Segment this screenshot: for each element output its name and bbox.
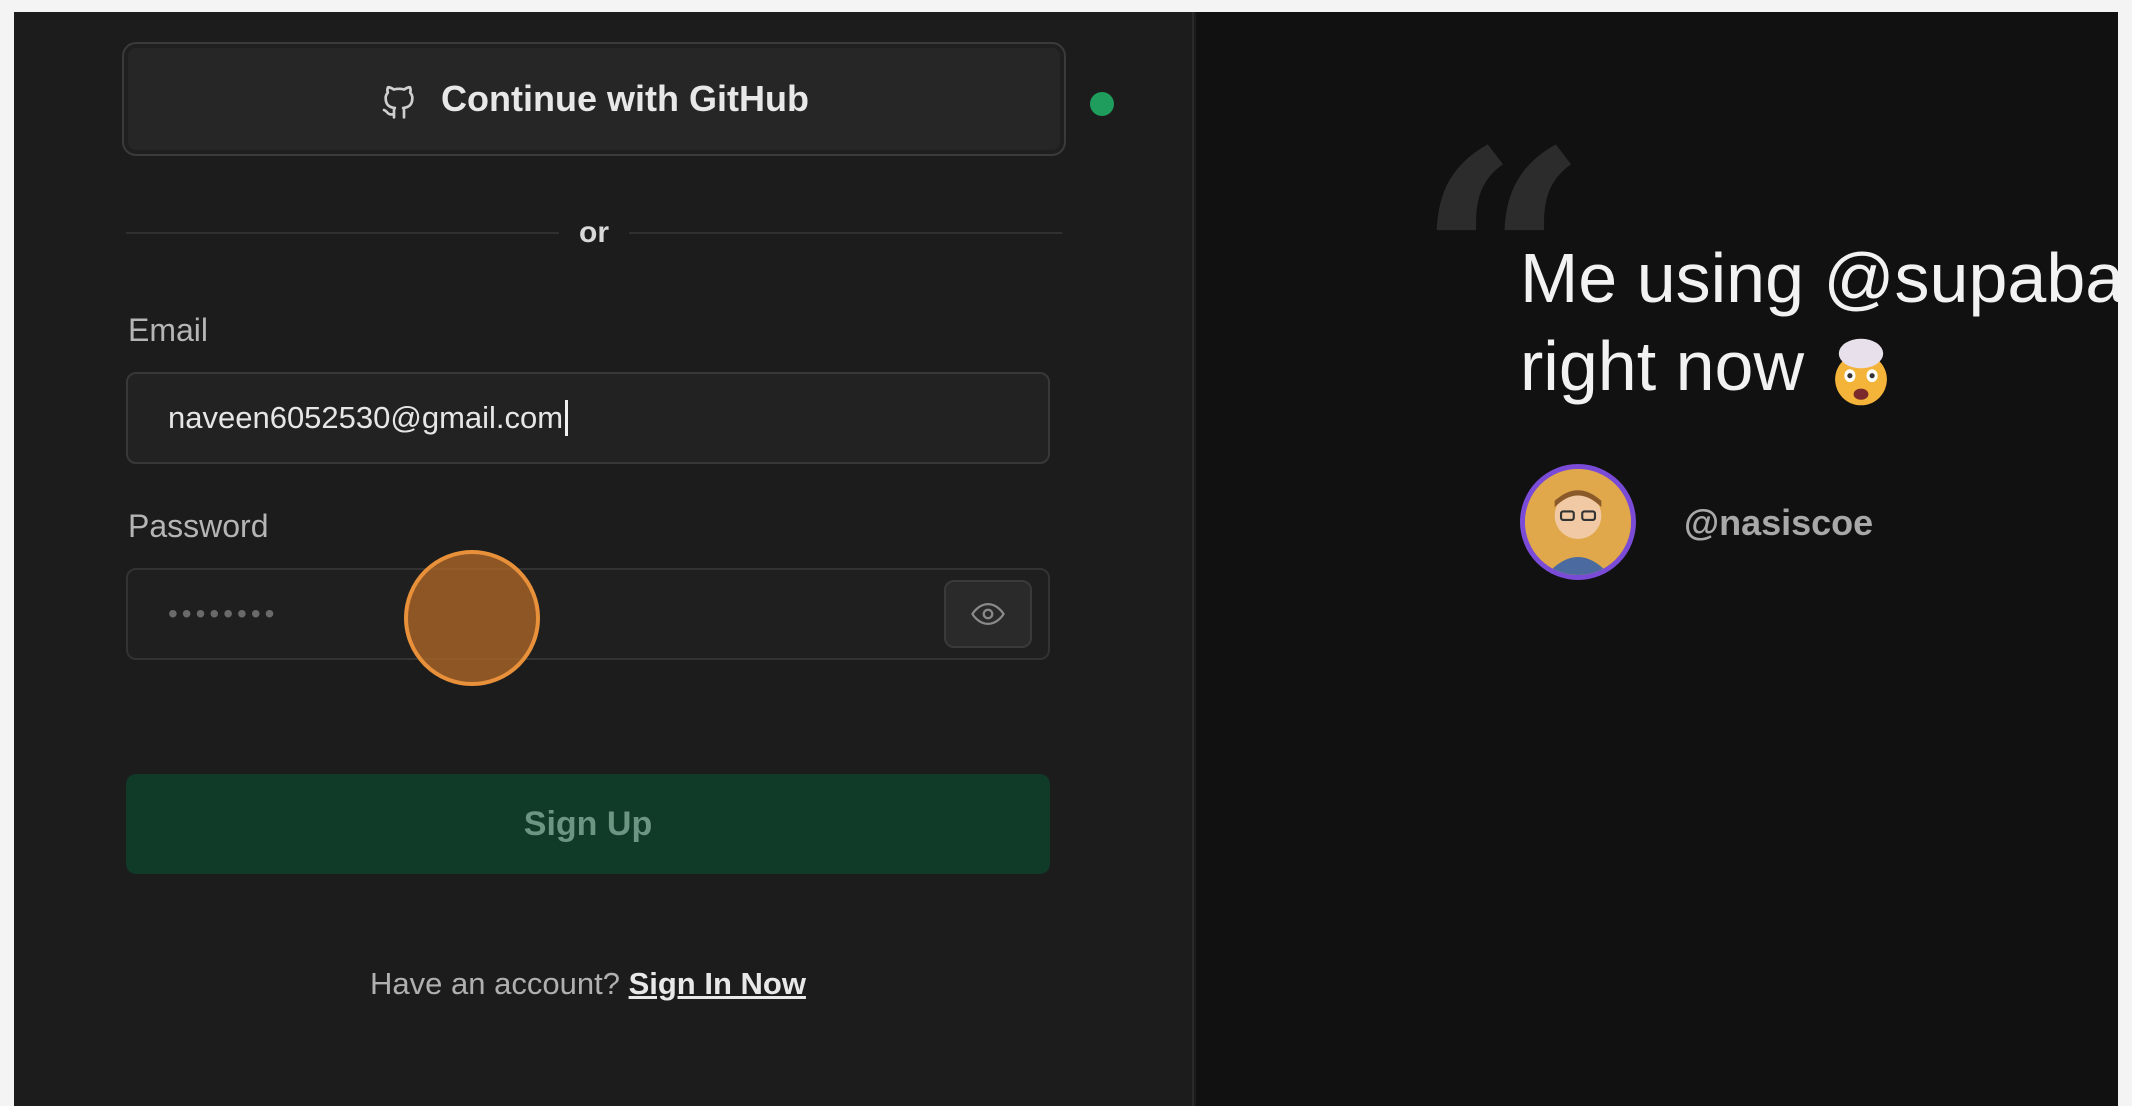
- continue-with-github-button[interactable]: Continue with GitHub: [122, 42, 1066, 156]
- testimonial-quote: Me using @supaba right now: [1520, 234, 2118, 410]
- text-caret: [565, 400, 569, 436]
- email-field[interactable]: naveen6052530@gmail.com: [126, 372, 1050, 464]
- sign-up-button[interactable]: Sign Up: [126, 774, 1050, 874]
- quote-line-2-text: right now: [1520, 327, 1805, 405]
- divider-line-right: [629, 232, 1062, 234]
- auth-page: Continue with GitHub or Email naveen6052…: [14, 12, 2118, 1106]
- sign-up-label: Sign Up: [523, 804, 653, 843]
- divider-text: or: [579, 216, 609, 249]
- quote-line-1: Me using @supaba: [1520, 239, 2118, 317]
- signin-prompt: Have an account? Sign In Now: [126, 966, 1050, 1002]
- github-button-label: Continue with GitHub: [441, 78, 809, 119]
- signup-panel: Continue with GitHub or Email naveen6052…: [14, 12, 1194, 1106]
- divider-line-left: [126, 232, 559, 234]
- email-value: naveen6052530@gmail.com: [168, 400, 564, 435]
- signin-prompt-text: Have an account?: [370, 966, 620, 1001]
- toggle-password-visibility-button[interactable]: [944, 580, 1032, 648]
- status-dot: [1090, 92, 1114, 116]
- quote-line-2: right now: [1520, 322, 2118, 410]
- avatar: [1520, 464, 1636, 580]
- or-divider: or: [126, 216, 1062, 249]
- exploding-head-emoji-icon: [1824, 335, 1898, 409]
- sign-in-link[interactable]: Sign In Now: [629, 966, 806, 1001]
- testimonial-panel: “ Me using @supaba right now @nasiscoe: [1196, 12, 2118, 1106]
- password-field[interactable]: ••••••••: [126, 568, 1050, 660]
- eye-icon: [971, 602, 1005, 626]
- github-icon: [379, 77, 419, 121]
- email-label: Email: [128, 312, 209, 348]
- password-label: Password: [128, 508, 269, 544]
- click-highlight: [404, 550, 540, 686]
- testimonial-handle: @nasiscoe: [1684, 502, 1874, 543]
- password-value: ••••••••: [168, 598, 279, 629]
